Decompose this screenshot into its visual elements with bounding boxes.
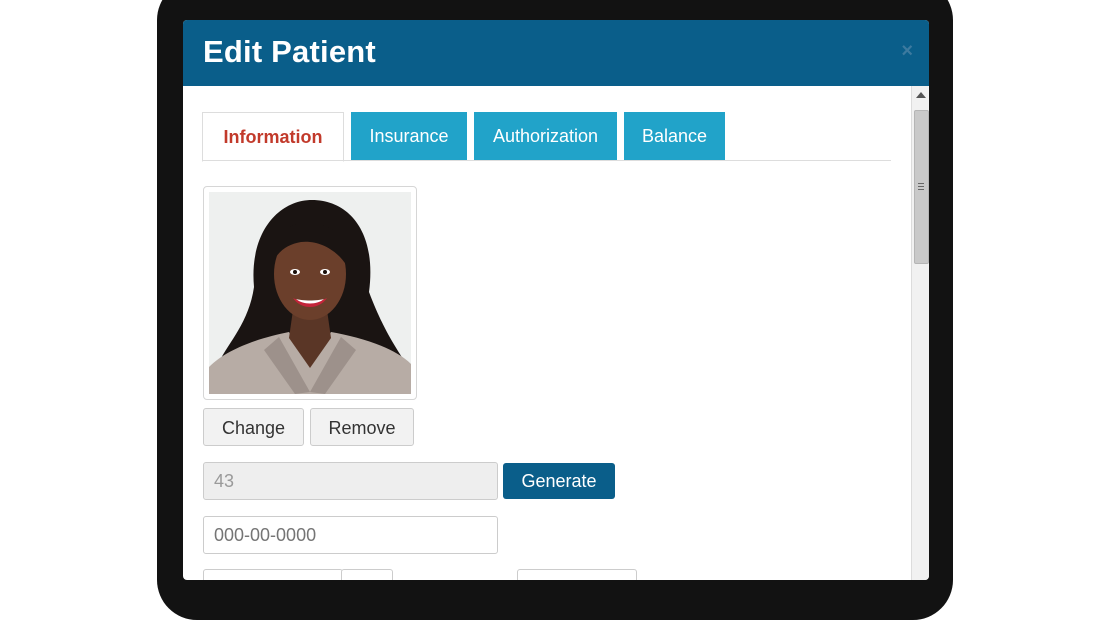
patient-photo-frame xyxy=(203,186,417,400)
change-photo-button[interactable]: Change xyxy=(203,408,304,446)
ssn-field[interactable] xyxy=(203,516,498,554)
dialog-title: Edit Patient xyxy=(203,34,376,69)
tab-authorization[interactable]: Authorization xyxy=(474,112,617,160)
vertical-scrollbar[interactable] xyxy=(911,86,929,580)
patient-portrait-image xyxy=(209,192,411,394)
dialog-header: Edit Patient × xyxy=(183,20,929,86)
remove-photo-button[interactable]: Remove xyxy=(310,408,414,446)
time-field[interactable] xyxy=(517,569,637,580)
tab-information[interactable]: Information xyxy=(202,112,344,162)
tabs-divider xyxy=(203,160,891,161)
close-icon[interactable]: × xyxy=(901,40,913,63)
date-field[interactable] xyxy=(203,569,343,580)
scroll-grip-icon xyxy=(918,183,924,184)
date-picker-button[interactable] xyxy=(341,569,393,580)
patient-id-input[interactable] xyxy=(203,462,498,500)
scroll-thumb[interactable] xyxy=(914,110,929,264)
edit-patient-dialog: Edit Patient × Information Insurance Aut… xyxy=(183,20,929,580)
scroll-up-icon[interactable] xyxy=(916,92,926,98)
patient-photo xyxy=(209,192,411,394)
generate-button[interactable]: Generate xyxy=(503,463,615,499)
tab-insurance[interactable]: Insurance xyxy=(351,112,467,160)
tab-balance[interactable]: Balance xyxy=(624,112,725,160)
